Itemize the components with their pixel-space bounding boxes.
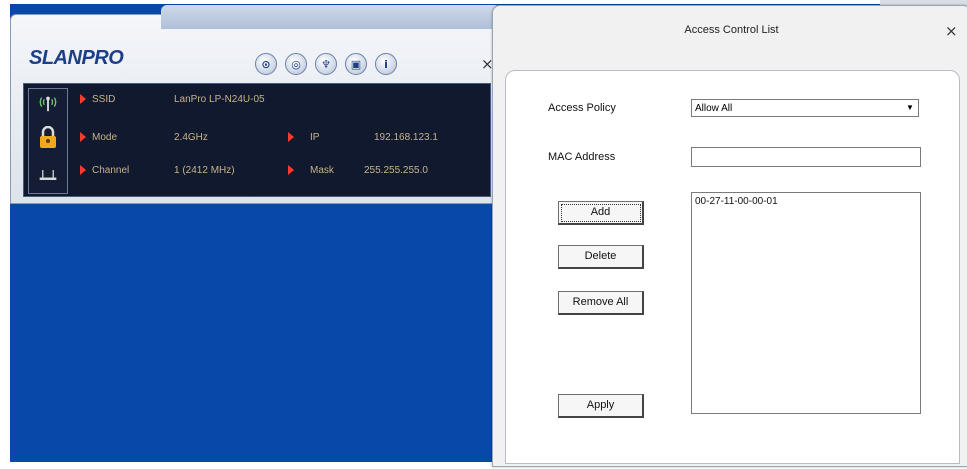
access-policy-label: Access Policy [548, 102, 616, 114]
access-control-list-dialog: Access Control List × Access Policy Allo… [492, 5, 967, 467]
add-button[interactable]: Add [558, 201, 644, 225]
antenna-icon[interactable]: ♆ [315, 53, 337, 75]
channel-label: Channel [92, 165, 130, 176]
wps-icon[interactable]: ⊙ [255, 53, 277, 75]
mask-value: 255.255.255.0 [364, 165, 428, 176]
router-icon [38, 165, 58, 185]
ssid-arrow-icon [80, 94, 86, 104]
ip-label: IP [310, 132, 320, 143]
mask-label: Mask [310, 165, 334, 176]
status-icon-strip [28, 88, 68, 194]
dialog-title: Access Control List [684, 24, 779, 36]
lanpro-utility-window: SLANPRO ⊙ ◎ ♆ ▣ i × SSID LanPro LP-N24U-… [10, 5, 502, 204]
channel-value: 1 (2412 MHz) [174, 165, 235, 176]
mac-address-list[interactable]: 00-27-11-00-00-01 [691, 192, 921, 414]
status-panel: SSID LanPro LP-N24U-05 Mode 2.4GHz Chann… [23, 83, 491, 197]
mac-address-input[interactable] [691, 147, 921, 167]
ssid-label: SSID [92, 94, 116, 105]
access-policy-select[interactable]: Allow All ▼ [691, 99, 919, 117]
settings-icon[interactable]: ◎ [285, 53, 307, 75]
ip-value: 192.168.123.1 [374, 132, 438, 143]
list-item[interactable]: 00-27-11-00-00-01 [692, 193, 920, 210]
utility-tab-bar [161, 5, 501, 29]
dialog-close-button[interactable]: × [945, 22, 958, 40]
lanpro-logo: SLANPRO [29, 47, 124, 69]
mac-address-label: MAC Address [548, 151, 616, 163]
mask-arrow-icon [288, 165, 294, 175]
access-policy-value: Allow All [695, 103, 733, 114]
toolbar: ⊙ ◎ ♆ ▣ i [255, 53, 397, 75]
wireless-signal-icon [38, 93, 58, 113]
apply-button[interactable]: Apply [558, 394, 644, 418]
mode-label: Mode [92, 132, 118, 143]
info-icon[interactable]: i [375, 53, 397, 75]
delete-button[interactable]: Delete [558, 245, 644, 269]
chevron-down-icon[interactable]: ▼ [903, 101, 917, 115]
channel-arrow-icon [80, 165, 86, 175]
dialog-body: Access Policy Allow All ▼ MAC Address Ad… [505, 70, 960, 464]
lock-icon [38, 126, 58, 148]
network-icon[interactable]: ▣ [345, 53, 367, 75]
ssid-value: LanPro LP-N24U-05 [174, 94, 265, 105]
mode-value: 2.4GHz [174, 132, 208, 143]
remove-all-button[interactable]: Remove All [558, 291, 644, 315]
ip-arrow-icon [288, 132, 294, 142]
mode-arrow-icon [80, 132, 86, 142]
